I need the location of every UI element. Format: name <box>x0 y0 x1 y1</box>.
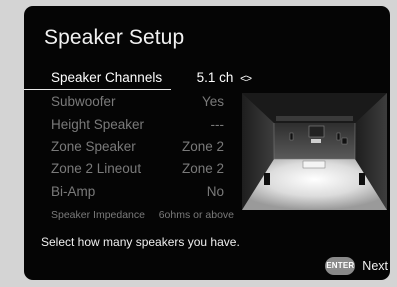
menu-item-value[interactable]: 5.1 ch <> <box>196 68 252 89</box>
menu-item-label: Zone Speaker <box>51 139 136 154</box>
menu-item-speaker-impedance[interactable]: Speaker Impedance 6ohms or above <box>24 205 234 225</box>
speaker-setup-screen: Speaker Setup Speaker Channels 5.1 ch <>… <box>24 6 390 280</box>
menu-item-bi-amp[interactable]: Bi-Amp No <box>24 182 234 202</box>
speaker-channels-value: 5.1 ch <box>196 70 234 85</box>
menu-item-label: Bi-Amp <box>51 184 96 199</box>
menu-item-value: No <box>206 184 224 199</box>
menu-item-height-speaker[interactable]: Height Speaker --- <box>24 115 234 135</box>
hint-text: Select how many speakers you have. <box>41 235 240 249</box>
menu-item-label: Speaker Channels <box>51 70 163 85</box>
menu-item-label: Height Speaker <box>51 117 145 132</box>
page-title: Speaker Setup <box>44 26 185 49</box>
speaker-layout-diagram-icon <box>242 93 387 210</box>
next-button[interactable]: ENTER Next <box>325 257 388 275</box>
menu-item-zone-speaker[interactable]: Zone Speaker Zone 2 <box>24 137 234 157</box>
menu-item-value: 6ohms or above <box>158 209 234 221</box>
menu-item-label: Speaker Impedance <box>51 209 145 221</box>
menu-item-label: Subwoofer <box>51 94 116 109</box>
menu-item-label: Zone 2 Lineout <box>51 161 142 176</box>
menu-item-subwoofer[interactable]: Subwoofer Yes <box>24 92 234 112</box>
next-label: Next <box>362 259 388 273</box>
menu-item-value: --- <box>210 117 225 132</box>
page: Speaker Setup Speaker Channels 5.1 ch <>… <box>0 0 397 287</box>
menu-item-value: Zone 2 <box>181 139 224 154</box>
menu-item-value: Yes <box>201 94 224 109</box>
speaker-layout-diagram <box>242 93 387 210</box>
enter-icon[interactable]: ENTER <box>325 257 356 275</box>
menu-item-speaker-channels[interactable]: Speaker Channels 5.1 ch <> <box>24 68 252 90</box>
selection-underline <box>24 89 171 90</box>
menu-item-value: Zone 2 <box>181 161 224 176</box>
left-right-arrows-icon[interactable]: <> <box>240 73 252 85</box>
menu-item-zone2-lineout[interactable]: Zone 2 Lineout Zone 2 <box>24 159 234 179</box>
